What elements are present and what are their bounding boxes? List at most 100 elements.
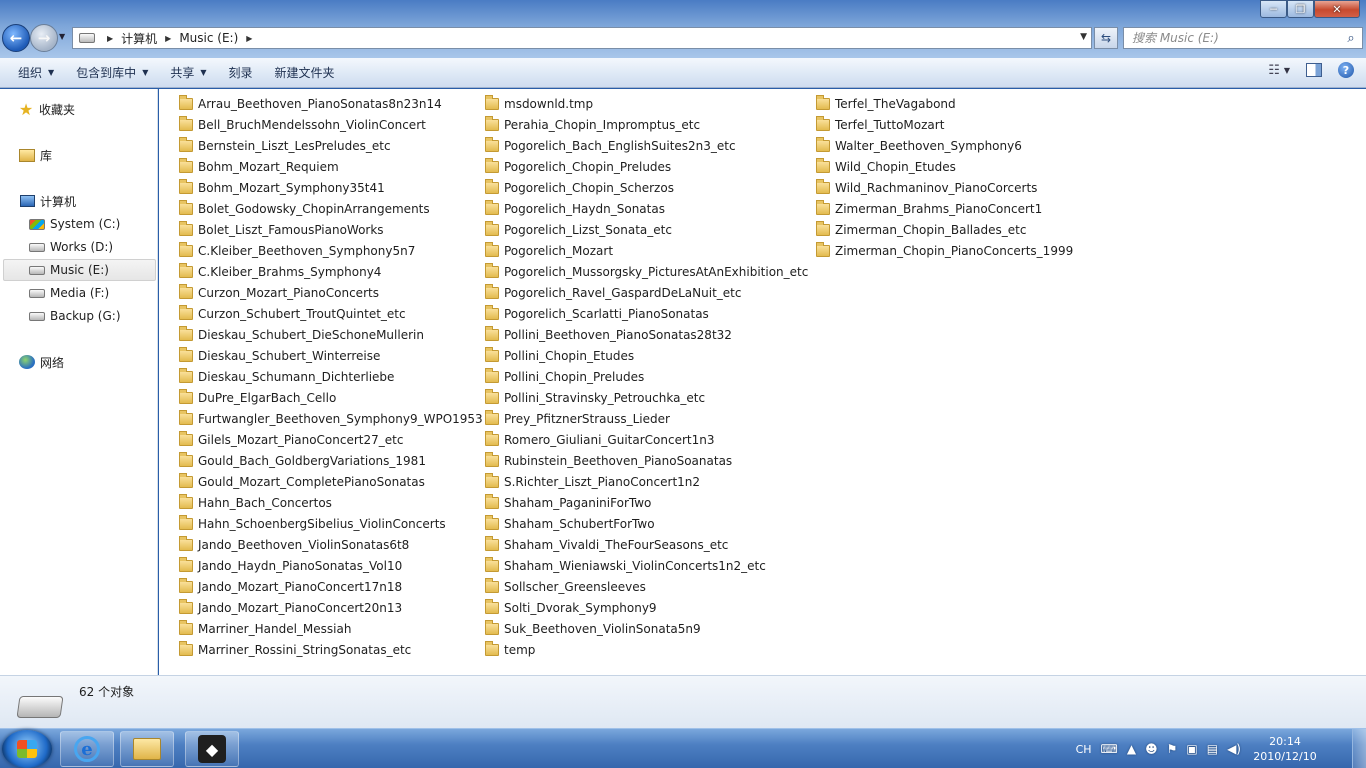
folder-item[interactable]: Gould_Bach_GoldbergVariations_1981 [179,450,483,471]
nav-drive-g[interactable]: Backup (G:) [29,305,121,327]
taskbar-windows-explorer[interactable] [120,731,174,767]
folder-item[interactable]: Furtwangler_Beethoven_Symphony9_WPO1953 [179,408,483,429]
folder-item[interactable]: C.Kleiber_Beethoven_Symphony5n7 [179,240,483,261]
search-input[interactable] [1132,31,1340,45]
taskbar-internet-explorer[interactable]: e [60,731,114,767]
folder-item[interactable]: Jando_Beethoven_ViolinSonatas6t8 [179,534,483,555]
change-view-icon[interactable]: ☷ [1268,63,1280,78]
nav-drive-e[interactable]: Music (E:) [3,259,156,281]
folder-item[interactable]: Shaham_Wieniawski_ViolinConcerts1n2_etc [485,555,808,576]
qq-icon[interactable]: ☻ [1145,742,1158,756]
folder-item[interactable]: Solti_Dvorak_Symphony9 [485,597,808,618]
folder-item[interactable]: Marriner_Handel_Messiah [179,618,483,639]
folder-item[interactable]: Zimerman_Chopin_PianoConcerts_1999 [816,240,1073,261]
folder-item[interactable]: Pollini_Chopin_Etudes [485,345,808,366]
address-bar[interactable]: ▶ 计算机 ▶ Music (E:) ▶ ▼ [72,27,1092,49]
device-icon[interactable]: ▣ [1186,742,1197,756]
nav-drive-f[interactable]: Media (F:) [29,282,109,304]
nav-drive-d[interactable]: Works (D:) [29,236,113,258]
folder-item[interactable]: Pogorelich_Chopin_Preludes [485,156,808,177]
folder-item[interactable]: Jando_Mozart_PianoConcert17n18 [179,576,483,597]
folder-item[interactable]: Shaham_PaganiniForTwo [485,492,808,513]
folder-item[interactable]: Jando_Haydn_PianoSonatas_Vol10 [179,555,483,576]
folder-item[interactable]: Terfel_TuttoMozart [816,114,1073,135]
preview-pane-icon[interactable] [1306,63,1322,77]
folder-item[interactable]: Perahia_Chopin_Impromptus_etc [485,114,808,135]
show-desktop-button[interactable] [1352,729,1366,768]
search-icon[interactable]: ⌕ [1340,31,1362,46]
folder-item[interactable]: Hahn_Bach_Concertos [179,492,483,513]
folder-item[interactable]: Walter_Beethoven_Symphony6 [816,135,1073,156]
breadcrumb-computer[interactable]: 计算机 [121,30,157,47]
folder-item[interactable]: temp [485,639,808,660]
nav-libraries[interactable]: 库 [19,144,52,166]
recent-pages-dropdown[interactable]: ▼ [59,32,65,41]
folder-item[interactable]: Pogorelich_Haydn_Sonatas [485,198,808,219]
folder-item[interactable]: Gould_Mozart_CompletePianoSonatas [179,471,483,492]
folder-item[interactable]: Zimerman_Brahms_PianoConcert1 [816,198,1073,219]
folder-item[interactable]: Shaham_SchubertForTwo [485,513,808,534]
folder-item[interactable]: Hahn_SchoenbergSibelius_ViolinConcerts [179,513,483,534]
folder-item[interactable]: Bell_BruchMendelssohn_ViolinConcert [179,114,483,135]
folder-item[interactable]: DuPre_ElgarBach_Cello [179,387,483,408]
folder-item[interactable]: Shaham_Vivaldi_TheFourSeasons_etc [485,534,808,555]
folder-item[interactable]: Rubinstein_Beethoven_PianoSoanatas [485,450,808,471]
back-button[interactable]: ← [2,24,30,52]
folder-item[interactable]: Dieskau_Schubert_DieSchoneMullerin [179,324,483,345]
refresh-button[interactable]: ⇆ [1094,27,1118,49]
folder-item[interactable]: Pogorelich_Mozart [485,240,808,261]
burn-button[interactable]: 刻录 [221,61,261,85]
new-folder-button[interactable]: 新建文件夹 [267,61,343,85]
volume-icon[interactable]: ◀) [1227,742,1241,756]
close-button[interactable]: ✕ [1314,0,1360,18]
help-icon[interactable]: ? [1338,62,1354,78]
folder-item[interactable]: Pollini_Stravinsky_Petrouchka_etc [485,387,808,408]
breadcrumb-music-drive[interactable]: Music (E:) [179,31,238,45]
keyboard-icon[interactable]: ⌨ [1101,742,1118,756]
breadcrumb-separator-icon[interactable]: ▶ [246,34,252,43]
folder-item[interactable]: Suk_Beethoven_ViolinSonata5n9 [485,618,808,639]
folder-item[interactable]: Wild_Chopin_Etudes [816,156,1073,177]
folder-item[interactable]: Curzon_Schubert_TroutQuintet_etc [179,303,483,324]
folder-item[interactable]: Prey_PfitznerStrauss_Lieder [485,408,808,429]
folder-item[interactable]: Pogorelich_Scarlatti_PianoSonatas [485,303,808,324]
folder-item[interactable]: msdownld.tmp [485,93,808,114]
breadcrumb-separator-icon[interactable]: ▶ [107,34,113,43]
folder-item[interactable]: Dieskau_Schubert_Winterreise [179,345,483,366]
folder-item[interactable]: Zimerman_Chopin_Ballades_etc [816,219,1073,240]
folder-item[interactable]: S.Richter_Liszt_PianoConcert1n2 [485,471,808,492]
share-button[interactable]: 共享 ▼ [162,61,214,85]
folder-item[interactable]: Pogorelich_Ravel_GaspardDeLaNuit_etc [485,282,808,303]
view-options-chevron-icon[interactable]: ▼ [1284,66,1290,75]
folder-item[interactable]: Bolet_Liszt_FamousPianoWorks [179,219,483,240]
folder-item[interactable]: Sollscher_Greensleeves [485,576,808,597]
folder-item[interactable]: Bohm_Mozart_Symphony35t41 [179,177,483,198]
action-center-flag-icon[interactable]: ⚑ [1167,742,1178,756]
folder-item[interactable]: Arrau_Beethoven_PianoSonatas8n23n14 [179,93,483,114]
clock[interactable]: 20:14 2010/12/10 [1250,734,1320,764]
folder-item[interactable]: Jando_Mozart_PianoConcert20n13 [179,597,483,618]
language-indicator[interactable]: CH [1076,743,1092,756]
address-dropdown-icon[interactable]: ▼ [1080,32,1087,42]
organize-button[interactable]: 组织 ▼ [10,61,62,85]
breadcrumb-separator-icon[interactable]: ▶ [165,34,171,43]
folder-item[interactable]: Pogorelich_Lizst_Sonata_etc [485,219,808,240]
maximize-button[interactable]: ❐ [1287,0,1314,18]
taskbar-app[interactable]: ◆ [185,731,239,767]
folder-item[interactable]: Bohm_Mozart_Requiem [179,156,483,177]
network-status-icon[interactable]: ▤ [1207,742,1218,756]
folder-item[interactable]: Pollini_Chopin_Preludes [485,366,808,387]
search-box[interactable]: ⌕ [1123,27,1363,49]
folder-item[interactable]: Bernstein_Liszt_LesPreludes_etc [179,135,483,156]
show-hidden-icons-icon[interactable]: ▲ [1127,742,1136,756]
minimize-button[interactable]: ─ [1260,0,1287,18]
start-button[interactable] [2,730,52,768]
nav-favorites[interactable]: ★ 收藏夹 [18,98,75,120]
folder-item[interactable]: Wild_Rachmaninov_PianoCorcerts [816,177,1073,198]
nav-computer[interactable]: 计算机 [19,190,76,212]
folder-item[interactable]: Romero_Giuliani_GuitarConcert1n3 [485,429,808,450]
folder-item[interactable]: Curzon_Mozart_PianoConcerts [179,282,483,303]
folder-item[interactable]: Dieskau_Schumann_Dichterliebe [179,366,483,387]
forward-button[interactable]: → [30,24,58,52]
folder-item[interactable]: Bolet_Godowsky_ChopinArrangements [179,198,483,219]
